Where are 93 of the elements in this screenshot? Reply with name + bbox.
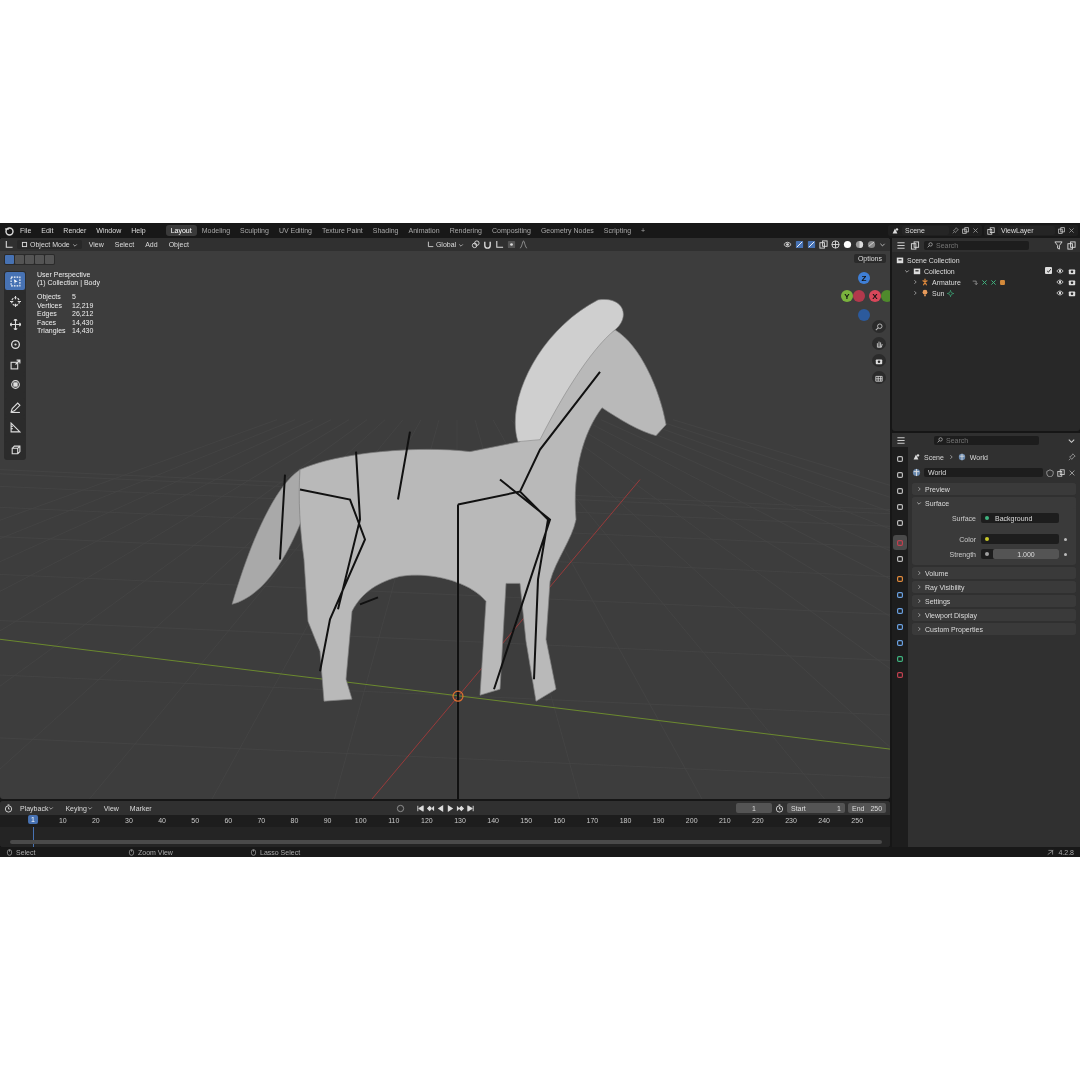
overlay-toggle-icon[interactable] <box>807 240 816 249</box>
color-swatch[interactable] <box>981 534 1059 544</box>
copy-icon <box>962 227 969 234</box>
gizmo-axis-label[interactable]: X <box>869 290 881 302</box>
gizmo-axis-label[interactable]: Z <box>858 272 870 284</box>
jump-start-icon[interactable] <box>415 803 425 813</box>
copy-icon <box>1058 227 1065 234</box>
pencil-icon <box>9 401 21 413</box>
camera-icon[interactable] <box>1068 267 1076 275</box>
scale-icon <box>9 358 21 370</box>
fake-user-icon[interactable] <box>1046 468 1054 477</box>
pivot-icon[interactable] <box>471 240 481 249</box>
play-reverse-icon[interactable] <box>435 803 445 813</box>
scene-collection-icon <box>896 256 904 264</box>
gizmo-axis-label[interactable]: Y <box>841 290 853 302</box>
camera-icon[interactable] <box>1068 289 1076 297</box>
previous-keyframe-icon[interactable] <box>425 803 435 813</box>
solid-shading-icon[interactable] <box>843 240 852 249</box>
play-icon[interactable] <box>445 803 455 813</box>
close-icon <box>972 227 979 234</box>
material-shading-icon[interactable] <box>855 240 864 249</box>
globe-icon <box>957 453 966 461</box>
axes-icon <box>426 241 434 248</box>
hand-button[interactable] <box>872 337 886 350</box>
rotate-icon <box>9 338 21 350</box>
properties-editor-icon[interactable] <box>896 435 906 445</box>
visibility-icon[interactable] <box>783 240 792 249</box>
check-icon <box>1045 267 1052 274</box>
gizmo-toggle-icon[interactable] <box>795 240 804 249</box>
snap-magnet-icon[interactable] <box>483 240 493 249</box>
caret-icon <box>458 241 465 248</box>
eye-icon[interactable] <box>1056 267 1064 275</box>
chevron-icon <box>947 454 954 460</box>
socket-dot <box>985 537 989 541</box>
proportional-edit-icon[interactable] <box>507 240 517 249</box>
mouse-icon <box>128 848 135 856</box>
mouse-icon <box>250 848 257 856</box>
world-browse-icon[interactable] <box>912 468 921 477</box>
grid-button[interactable] <box>872 371 886 384</box>
camera-icon <box>875 356 883 365</box>
light-data-icon <box>947 289 955 297</box>
record-icon[interactable] <box>395 803 405 813</box>
caret-icon[interactable] <box>879 241 886 248</box>
camera-button[interactable] <box>872 354 886 367</box>
cube-icon <box>9 444 21 456</box>
scene-icon <box>912 453 920 461</box>
modifier-icon <box>971 278 979 286</box>
new-collection-icon[interactable] <box>1067 240 1076 250</box>
unlink-icon[interactable] <box>1068 468 1076 477</box>
jump-end-icon[interactable] <box>465 803 475 813</box>
collection-icon <box>913 267 921 275</box>
gizmo-axis-dot[interactable] <box>858 309 870 321</box>
caret-icon <box>71 241 78 248</box>
list-icon[interactable] <box>896 240 906 250</box>
keyframe-dot[interactable] <box>1064 552 1067 556</box>
socket-dot <box>985 516 989 520</box>
eye-icon[interactable] <box>1056 278 1064 286</box>
cursor-icon <box>9 295 21 307</box>
editor-type-icon[interactable] <box>4 240 14 249</box>
socket-dot <box>985 552 989 556</box>
rendered-shading-icon[interactable] <box>867 240 876 249</box>
blender-logo-icon[interactable] <box>4 225 14 236</box>
filter-icon[interactable] <box>1054 240 1063 250</box>
move-icon <box>9 318 21 330</box>
keyframe-dot[interactable] <box>1064 537 1067 541</box>
exclude-checkbox[interactable] <box>1045 267 1052 274</box>
cube-outline-icon <box>21 241 28 248</box>
stopwatch-icon[interactable] <box>775 803 784 813</box>
clock-editor-icon[interactable] <box>4 803 13 813</box>
wireframe-shading-icon[interactable] <box>831 240 840 249</box>
grid-icon <box>875 373 883 382</box>
hand-icon <box>875 339 883 348</box>
ruler-icon <box>9 421 21 433</box>
select-box-icon <box>9 275 21 287</box>
scene-icon <box>891 226 899 235</box>
zoom-icon <box>875 322 883 331</box>
pin-icon <box>952 227 959 234</box>
armature-icon <box>921 278 929 286</box>
display-mode-icon[interactable] <box>910 240 920 250</box>
next-keyframe-icon[interactable] <box>455 803 465 813</box>
timeline-scrollbar[interactable] <box>10 840 882 844</box>
eye-icon[interactable] <box>1056 289 1064 297</box>
duplicate-icon[interactable] <box>1057 468 1065 477</box>
layers-icon <box>987 226 995 235</box>
close-icon <box>1068 227 1075 234</box>
camera-icon[interactable] <box>1068 278 1076 286</box>
zoom-button[interactable] <box>872 320 886 333</box>
mouse-icon <box>6 848 13 856</box>
navigation-gizmo[interactable]: Z Y X <box>838 270 890 322</box>
gizmo-axis-dot[interactable] <box>853 290 865 302</box>
lamp-icon <box>921 289 929 297</box>
pin-icon[interactable] <box>1068 453 1076 461</box>
transform-icon <box>9 378 21 390</box>
